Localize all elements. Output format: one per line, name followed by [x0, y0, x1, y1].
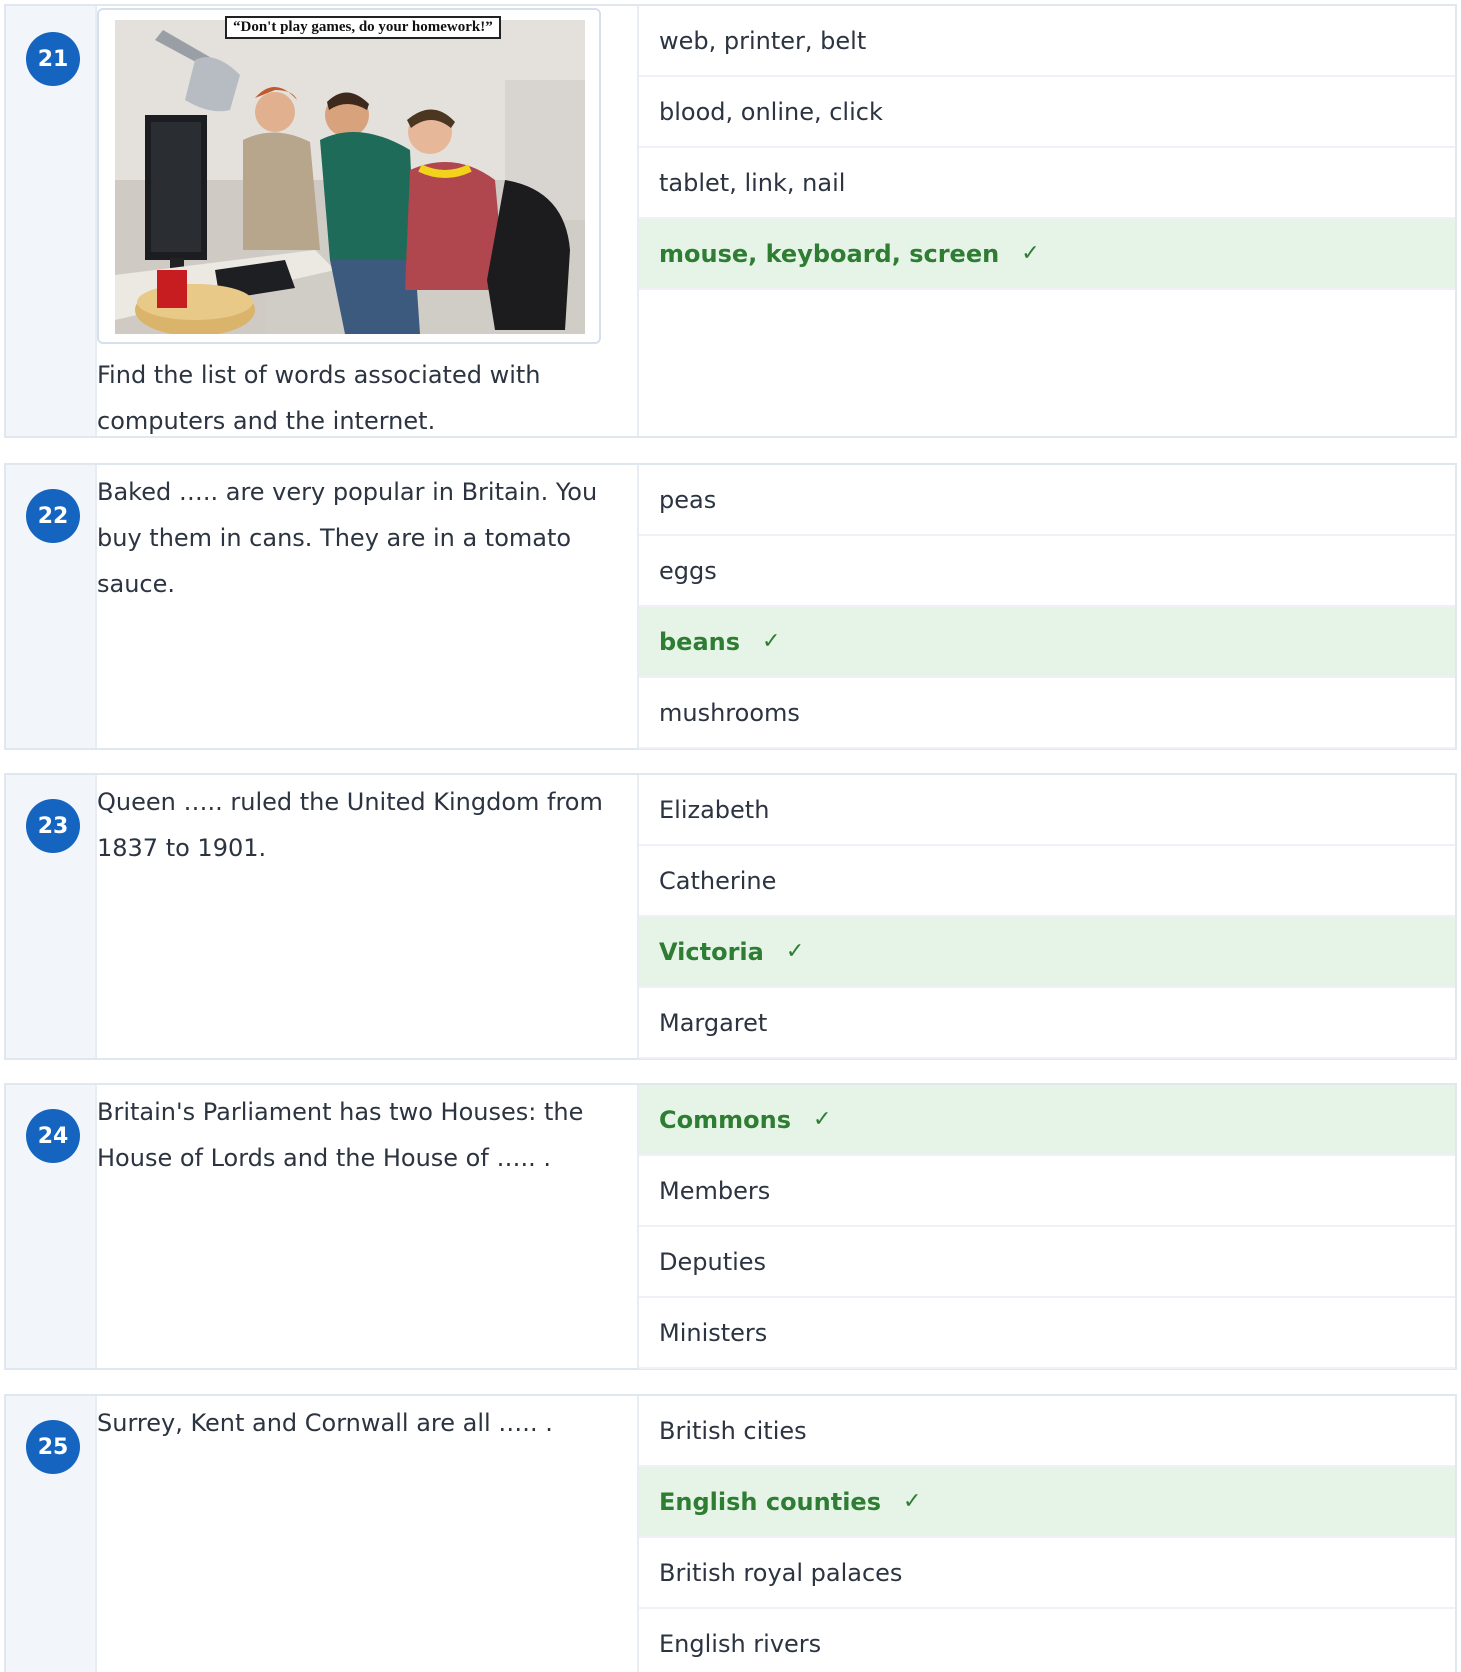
correct-check-icon: ✓ — [812, 1107, 832, 1132]
quiz-results: 21 “Don't play games, do your homework!”… — [0, 0, 1461, 1672]
answer-option-label: eggs — [659, 556, 717, 585]
question-card-25: 25 Surrey, Kent and Cornwall are all …..… — [4, 1394, 1457, 1672]
answer-option-label: peas — [659, 485, 717, 514]
answer-option-label: Ministers — [659, 1318, 768, 1347]
correct-check-icon: ✓ — [762, 629, 781, 654]
question-number-column: 25 — [6, 1396, 97, 1672]
question-prompt-column: Baked ….. are very popular in Britain. Y… — [97, 465, 639, 748]
question-number-column: 21 — [6, 6, 97, 436]
answer-option[interactable]: web, printer, belt✓ — [639, 6, 1455, 77]
answer-option[interactable]: English counties ✓ — [639, 1467, 1455, 1538]
question-card-23: 23 Queen ….. ruled the United Kingdom fr… — [4, 773, 1457, 1060]
question-number-column: 22 — [6, 465, 97, 748]
question-prompt: Queen ….. ruled the United Kingdom from … — [97, 788, 603, 862]
answer-option[interactable]: Catherine✓ — [639, 846, 1455, 917]
question-number-badge: 22 — [26, 489, 80, 543]
question-prompt: Surrey, Kent and Cornwall are all ….. . — [97, 1409, 553, 1437]
question-prompt: Baked ….. are very popular in Britain. Y… — [97, 478, 598, 598]
answer-option-label: web, printer, belt — [659, 26, 867, 55]
answer-option[interactable]: beans ✓ — [639, 607, 1455, 678]
answer-option[interactable]: Victoria ✓ — [639, 917, 1455, 988]
answer-option-label: English rivers — [659, 1629, 822, 1658]
answer-option-label: Deputies — [659, 1247, 767, 1276]
answer-option-label: blood, online, click — [659, 97, 883, 126]
question-prompt: Find the list of words associated with c… — [97, 361, 541, 435]
answer-option[interactable]: British cities✓ — [639, 1396, 1455, 1467]
answer-option-label: Catherine — [659, 866, 777, 895]
question-number-column: 24 — [6, 1085, 97, 1368]
answer-option[interactable]: British royal palaces✓ — [639, 1538, 1455, 1609]
question-card-24: 24 Britain's Parliament has two Houses: … — [4, 1083, 1457, 1370]
answer-option-label: Members — [659, 1176, 771, 1205]
answer-option-label: Commons — [659, 1105, 791, 1134]
question-number-badge: 23 — [26, 799, 80, 853]
answer-option-label: British cities — [659, 1416, 807, 1445]
answer-options: British cities✓ English counties ✓ Britis… — [639, 1396, 1455, 1672]
family-computer-photo — [115, 20, 585, 334]
answer-option-label: tablet, link, nail — [659, 168, 846, 197]
correct-check-icon: ✓ — [903, 1489, 922, 1514]
question-prompt-column: Surrey, Kent and Cornwall are all ….. . — [97, 1396, 639, 1672]
correct-check-icon: ✓ — [1021, 241, 1040, 266]
question-card-22: 22 Baked ….. are very popular in Britain… — [4, 463, 1457, 750]
answer-option[interactable]: mushrooms✓ — [639, 678, 1455, 749]
question-number-column: 23 — [6, 775, 97, 1058]
answer-option[interactable]: peas✓ — [639, 465, 1455, 536]
question-prompt-column: Queen ….. ruled the United Kingdom from … — [97, 775, 639, 1058]
answer-option-label: Margaret — [659, 1008, 768, 1037]
answer-option-label: English counties — [659, 1487, 881, 1516]
question-image: “Don't play games, do your homework!” — [97, 8, 601, 344]
correct-check-icon: ✓ — [785, 939, 805, 964]
answer-option[interactable]: Margaret✓ — [639, 988, 1455, 1059]
answer-options: Elizabeth✓ Catherine✓ Victoria ✓ Margaret… — [639, 775, 1455, 1059]
answer-option-label: British royal palaces — [659, 1558, 903, 1587]
answer-option[interactable]: eggs✓ — [639, 536, 1455, 607]
answer-option-label: Elizabeth — [659, 795, 770, 824]
answer-option-label: beans — [659, 627, 741, 656]
answer-option[interactable]: blood, online, click✓ — [639, 77, 1455, 148]
image-caption: “Don't play games, do your homework!” — [225, 16, 501, 39]
answer-option[interactable]: Commons ✓ — [639, 1085, 1455, 1156]
answer-option[interactable]: Members✓ — [639, 1156, 1455, 1227]
question-prompt-column: “Don't play games, do your homework!” Fi… — [97, 6, 639, 436]
question-number-badge: 21 — [26, 32, 80, 86]
answer-option-label: mushrooms — [659, 698, 800, 727]
question-prompt-column: Britain's Parliament has two Houses: the… — [97, 1085, 639, 1368]
question-number-badge: 24 — [26, 1109, 80, 1163]
answer-option[interactable]: Elizabeth✓ — [639, 775, 1455, 846]
answer-option-label: Victoria — [659, 937, 764, 966]
answer-option[interactable]: Ministers✓ — [639, 1298, 1455, 1369]
answer-options: peas✓ eggs✓ beans ✓ mushrooms✓ — [639, 465, 1455, 749]
answer-options: web, printer, belt✓ blood, online, click… — [639, 6, 1455, 436]
answer-option[interactable]: Deputies✓ — [639, 1227, 1455, 1298]
answer-option[interactable]: English rivers✓ — [639, 1609, 1455, 1672]
answer-option-label: mouse, keyboard, screen — [659, 239, 1000, 268]
question-number-badge: 25 — [26, 1420, 80, 1474]
question-card-21: 21 “Don't play games, do your homework!”… — [4, 4, 1457, 438]
answer-option[interactable]: tablet, link, nail✓ — [639, 148, 1455, 219]
question-prompt: Britain's Parliament has two Houses: the… — [97, 1098, 584, 1172]
answer-option[interactable]: mouse, keyboard, screen ✓ — [639, 219, 1455, 290]
answer-options: Commons ✓ Members✓ Deputies✓ Ministers✓ — [639, 1085, 1455, 1369]
